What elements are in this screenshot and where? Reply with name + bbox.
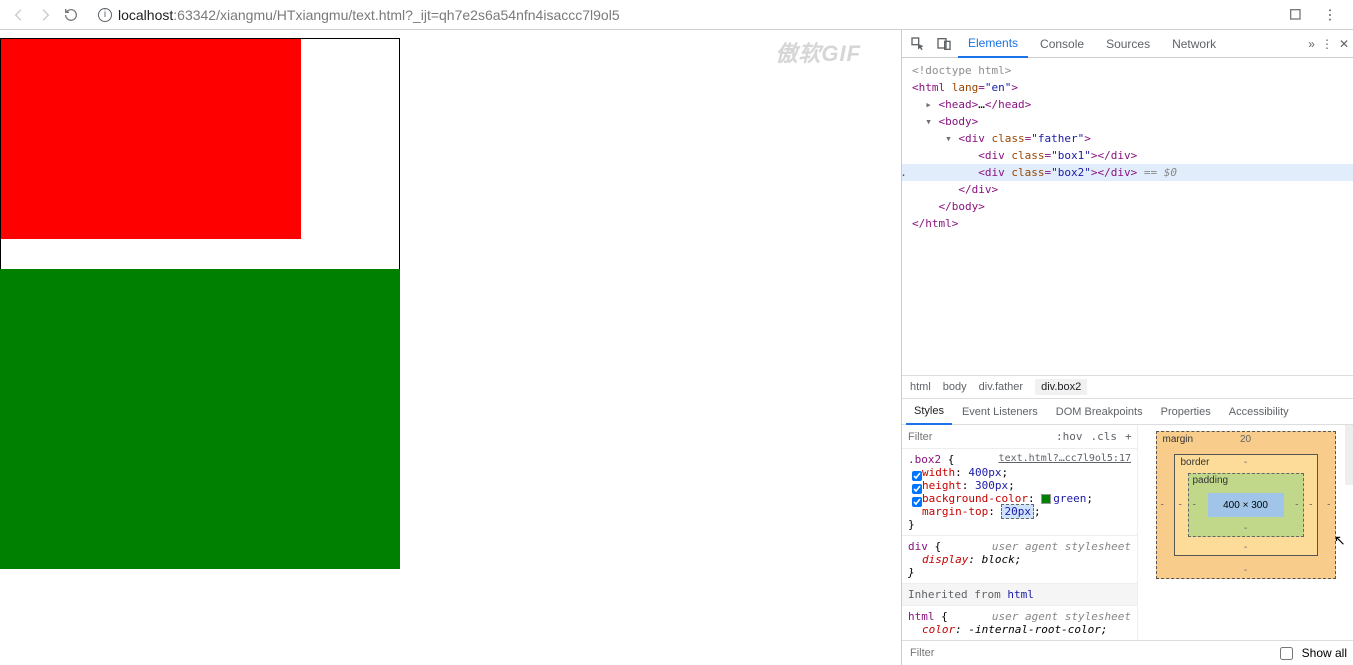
- inherited-section: Inherited from html: [902, 584, 1137, 606]
- source-link-box2[interactable]: text.html?…cc7l9ol5:17: [999, 453, 1131, 466]
- close-devtools-icon[interactable]: ✕: [1339, 37, 1349, 51]
- tab-properties[interactable]: Properties: [1153, 399, 1219, 425]
- bm-content[interactable]: 400 × 300: [1208, 493, 1284, 517]
- scrollbar[interactable]: [1345, 425, 1353, 485]
- reload-icon: [63, 7, 79, 23]
- url-port: :63342: [173, 7, 216, 23]
- extensions-button[interactable]: [1283, 2, 1309, 28]
- url-text: localhost:63342/xiangmu/HTxiangmu/text.h…: [118, 7, 620, 23]
- inspect-button[interactable]: [906, 32, 930, 56]
- device-toggle-button[interactable]: [932, 32, 956, 56]
- rendered-page: 傲软GIF: [0, 30, 901, 665]
- rule-html: html { user agent stylesheet color: -int…: [902, 606, 1137, 640]
- styles-tabs: Styles Event Listeners DOM Breakpoints P…: [902, 399, 1353, 425]
- tab-dom-breakpoints[interactable]: DOM Breakpoints: [1048, 399, 1151, 425]
- url-host: localhost: [118, 7, 173, 23]
- tab-styles[interactable]: Styles: [906, 399, 952, 425]
- rule-box2: .box2 { text.html?…cc7l9ol5:17 width: 40…: [902, 449, 1137, 536]
- father-div: [0, 38, 400, 538]
- device-icon: [936, 36, 952, 52]
- arrow-right-icon: [37, 7, 53, 23]
- bc-html[interactable]: html: [910, 381, 931, 393]
- margin-top-value[interactable]: 20: [1240, 434, 1251, 445]
- ua-stylesheet-label: user agent stylesheet: [992, 540, 1131, 553]
- hov-toggle[interactable]: :hov: [1052, 430, 1087, 443]
- mouse-cursor-icon: ↖: [1334, 532, 1346, 549]
- inspect-icon: [910, 36, 926, 52]
- breadcrumb: html body div.father div.box2: [902, 375, 1353, 399]
- info-icon[interactable]: i: [98, 8, 112, 22]
- margin-top-value-editing[interactable]: 20px: [1001, 504, 1034, 519]
- dom-selected-box2[interactable]: <div class="box2"></div> == $0: [902, 164, 1353, 181]
- bm-border[interactable]: border - - - - padding - - - 400 × 300: [1174, 454, 1318, 556]
- forward-button[interactable]: [32, 2, 58, 28]
- bc-body[interactable]: body: [943, 381, 967, 393]
- kebab-icon: [1322, 7, 1338, 23]
- styles-body: :hov .cls + .box2 { text.html?…cc7l9ol5:…: [902, 425, 1353, 641]
- bm-margin[interactable]: margin 20 - - - border - - - - padding -: [1156, 431, 1336, 579]
- rule-div: div { user agent stylesheet display: blo…: [902, 536, 1137, 584]
- tab-event-listeners[interactable]: Event Listeners: [954, 399, 1046, 425]
- url-path: /xiangmu/HTxiangmu/text.html?_ijt=qh7e2s…: [216, 7, 620, 23]
- styles-filter-input[interactable]: [906, 430, 1052, 444]
- url-bar[interactable]: i localhost:63342/xiangmu/HTxiangmu/text…: [90, 3, 1277, 27]
- devtools-menu-icon[interactable]: ⋮: [1321, 37, 1333, 51]
- cls-toggle[interactable]: .cls: [1087, 430, 1122, 443]
- box1-div: [1, 39, 301, 239]
- rules-column: :hov .cls + .box2 { text.html?…cc7l9ol5:…: [902, 425, 1138, 640]
- bm-padding[interactable]: padding - - - 400 × 300: [1188, 473, 1304, 537]
- computed-filter-input[interactable]: [908, 646, 1270, 660]
- tab-sources[interactable]: Sources: [1096, 30, 1160, 58]
- tab-accessibility[interactable]: Accessibility: [1221, 399, 1297, 425]
- menu-button[interactable]: [1317, 2, 1343, 28]
- tab-network[interactable]: Network: [1162, 30, 1226, 58]
- more-tabs-icon[interactable]: »: [1308, 37, 1315, 51]
- reload-button[interactable]: [58, 2, 84, 28]
- arrow-left-icon: [11, 7, 27, 23]
- devtools-tabs: Elements Console Sources Network » ⋮ ✕: [902, 30, 1353, 58]
- tab-elements[interactable]: Elements: [958, 30, 1028, 58]
- devtools: Elements Console Sources Network » ⋮ ✕ <…: [901, 30, 1353, 665]
- box2-div: [0, 269, 400, 569]
- back-button[interactable]: [6, 2, 32, 28]
- color-swatch-green[interactable]: [1041, 494, 1051, 504]
- new-rule-button[interactable]: +: [1121, 430, 1136, 443]
- main-split: 傲软GIF Elements Console Sources Network »…: [0, 30, 1353, 665]
- selector-box2[interactable]: .box2: [908, 453, 941, 466]
- box-model: margin 20 - - - border - - - - padding -: [1138, 425, 1353, 640]
- browser-toolbar: i localhost:63342/xiangmu/HTxiangmu/text…: [0, 0, 1353, 30]
- dom-tree[interactable]: <!doctype html> <html lang="en"> ▸ <head…: [902, 58, 1353, 375]
- bc-box2[interactable]: div.box2: [1035, 379, 1087, 395]
- tab-console[interactable]: Console: [1030, 30, 1094, 58]
- selector-html[interactable]: html: [908, 610, 935, 623]
- watermark: 傲软GIF: [775, 36, 861, 68]
- puzzle-icon: [1288, 7, 1304, 23]
- show-all-label: Show all: [1302, 646, 1347, 660]
- rules-filter-row: :hov .cls +: [902, 425, 1137, 449]
- extension-icons: [1283, 2, 1343, 28]
- computed-filter-row: Show all: [902, 641, 1353, 665]
- show-all-checkbox[interactable]: [1280, 647, 1293, 660]
- bc-father[interactable]: div.father: [979, 381, 1023, 393]
- selector-div[interactable]: div: [908, 540, 928, 553]
